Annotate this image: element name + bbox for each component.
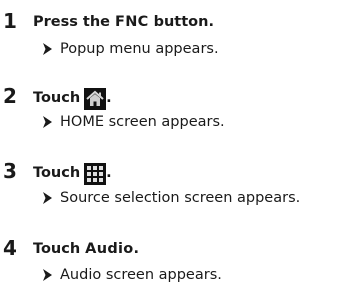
arrow-right-icon [43, 43, 52, 55]
step-result: Source selection screen appears. [42, 188, 300, 208]
button-name: Audio [85, 241, 134, 257]
step-result: HOME screen appears. [42, 112, 225, 132]
step-result: Popup menu appears. [42, 39, 219, 59]
grid-icon [84, 163, 107, 185]
result-text: Audio screen appears. [60, 267, 222, 283]
step-result: Audio screen appears. [42, 265, 222, 285]
result-text: Source selection screen appears. [60, 190, 301, 206]
step-instruction: Touch Audio . [33, 239, 139, 259]
step-instruction: Press the FNC button. [33, 12, 214, 32]
instruction-text: . [106, 90, 112, 106]
button-name: FNC [115, 14, 149, 30]
step-instruction: Touch . [33, 87, 112, 110]
home-icon [84, 88, 107, 110]
result-text: HOME screen appears. [60, 114, 225, 130]
instruction-text: . [106, 165, 112, 181]
instruction-text: Press the [33, 14, 111, 30]
step-number: 1 [3, 9, 17, 33]
arrow-right-icon [43, 192, 52, 204]
step-number: 3 [3, 159, 17, 183]
result-text: Popup menu appears. [60, 41, 219, 57]
step-instruction: Touch . [33, 162, 112, 185]
instruction-text: Touch [33, 165, 81, 181]
step-number: 4 [3, 236, 17, 260]
instruction-text: Touch [33, 241, 81, 257]
instruction-text: . [133, 241, 140, 257]
instruction-text: button. [153, 14, 214, 30]
arrow-right-icon [43, 269, 52, 281]
instruction-text: Touch [33, 90, 81, 106]
arrow-right-icon [43, 116, 52, 128]
step-number: 2 [3, 84, 17, 108]
